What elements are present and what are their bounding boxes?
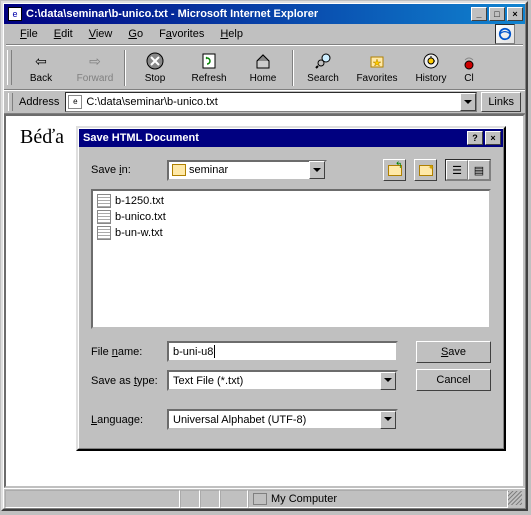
back-button[interactable]: ⇦ Back [15, 48, 67, 88]
up-folder-button[interactable] [383, 159, 406, 181]
dialog-title: Save HTML Document [83, 132, 467, 144]
status-panel-3 [200, 490, 220, 508]
status-panel-1 [5, 490, 180, 508]
text-file-icon [97, 226, 111, 240]
dialog-help-button[interactable]: ? [467, 131, 483, 145]
app-icon: e [8, 7, 22, 21]
details-view-icon: ▤ [474, 164, 484, 177]
back-arrow-icon: ⇦ [31, 51, 51, 71]
text-file-icon [97, 210, 111, 224]
address-combo[interactable]: e C:\data\seminar\b-unico.txt [65, 92, 477, 112]
cancel-button[interactable]: Cancel [416, 369, 491, 391]
ie-logo-icon [495, 24, 515, 44]
main-window: e C:\data\seminar\b-unico.txt - Microsof… [1, 1, 528, 511]
menu-file[interactable]: File [12, 26, 46, 42]
language-combo[interactable]: Universal Alphabet (UTF-8) [167, 409, 398, 430]
home-button[interactable]: Home [237, 48, 289, 88]
folder-icon [172, 164, 186, 176]
address-value: C:\data\seminar\b-unico.txt [84, 96, 460, 108]
refresh-button[interactable]: Refresh [183, 48, 235, 88]
text-file-icon [97, 194, 111, 208]
filename-label: File name: [91, 346, 159, 358]
favorites-icon [367, 51, 387, 71]
history-button[interactable]: History [405, 48, 457, 88]
stop-button[interactable]: Stop [129, 48, 181, 88]
savein-combo[interactable]: seminar [167, 160, 327, 181]
search-icon [313, 51, 333, 71]
status-text: My Computer [271, 493, 337, 505]
menu-favorites[interactable]: Favorites [151, 26, 212, 42]
list-item[interactable]: b-unico.txt [95, 209, 487, 225]
history-icon [421, 51, 441, 71]
my-computer-icon [253, 493, 267, 505]
details-view-button[interactable]: ▤ [468, 160, 490, 180]
window-title: C:\data\seminar\b-unico.txt - Microsoft … [26, 8, 471, 20]
save-dialog: Save HTML Document ? × Save in: seminar [76, 126, 506, 451]
menubar: File Edit View Go Favorites Help [4, 24, 525, 44]
savein-dropdown-button[interactable] [309, 161, 325, 179]
savein-label: Save in: [91, 164, 159, 176]
minimize-button[interactable]: _ [471, 7, 487, 21]
address-dropdown-button[interactable] [460, 93, 476, 111]
forward-arrow-icon: ⇨ [85, 51, 105, 71]
toolbar: ⇦ Back ⇨ Forward Stop Refresh Home [4, 46, 525, 90]
dialog-titlebar: Save HTML Document ? × [79, 129, 503, 147]
document-icon: e [68, 95, 82, 109]
home-icon [253, 51, 273, 71]
statusbar: My Computer [4, 488, 525, 508]
new-folder-button[interactable] [414, 159, 437, 181]
links-button[interactable]: Links [481, 92, 521, 112]
maximize-button[interactable]: □ [489, 7, 505, 21]
favorites-button[interactable]: Favorites [351, 48, 403, 88]
menu-view[interactable]: View [81, 26, 121, 42]
content-area: Béďa Save HTML Document ? × Save in: sem… [4, 114, 525, 488]
saveastype-label: Save as type: [91, 375, 159, 387]
status-panel-4 [220, 490, 248, 508]
channels-button[interactable]: Cl [459, 48, 479, 88]
menu-go[interactable]: Go [120, 26, 151, 42]
close-button[interactable]: × [507, 7, 523, 21]
filename-input[interactable]: b-uni-u8 [167, 341, 398, 362]
titlebar: e C:\data\seminar\b-unico.txt - Microsof… [4, 4, 525, 24]
up-folder-icon [388, 165, 402, 176]
saveastype-combo[interactable]: Text File (*.txt) [167, 370, 398, 391]
menu-edit[interactable]: Edit [46, 26, 81, 42]
save-button[interactable]: Save [416, 341, 491, 363]
resize-grip[interactable] [508, 491, 522, 505]
address-label: Address [17, 96, 61, 108]
new-folder-icon [419, 165, 433, 176]
menu-help[interactable]: Help [212, 26, 251, 42]
file-list[interactable]: b-1250.txt b-unico.txt b-un-w.txt [91, 189, 491, 329]
dialog-close-button[interactable]: × [485, 131, 501, 145]
saveastype-dropdown-button[interactable] [380, 372, 396, 390]
list-view-button[interactable]: ☰ [446, 160, 468, 180]
list-item[interactable]: b-1250.txt [95, 193, 487, 209]
forward-button[interactable]: ⇨ Forward [69, 48, 121, 88]
language-label: Language: [91, 414, 159, 426]
list-item[interactable]: b-un-w.txt [95, 225, 487, 241]
address-bar: Address e C:\data\seminar\b-unico.txt Li… [4, 90, 525, 114]
stop-icon [145, 51, 165, 71]
refresh-icon [199, 51, 219, 71]
channels-icon [459, 51, 479, 71]
search-button[interactable]: Search [297, 48, 349, 88]
list-view-icon: ☰ [452, 164, 462, 177]
status-zone: My Computer [248, 490, 508, 508]
language-dropdown-button[interactable] [380, 411, 396, 429]
status-panel-2 [180, 490, 200, 508]
